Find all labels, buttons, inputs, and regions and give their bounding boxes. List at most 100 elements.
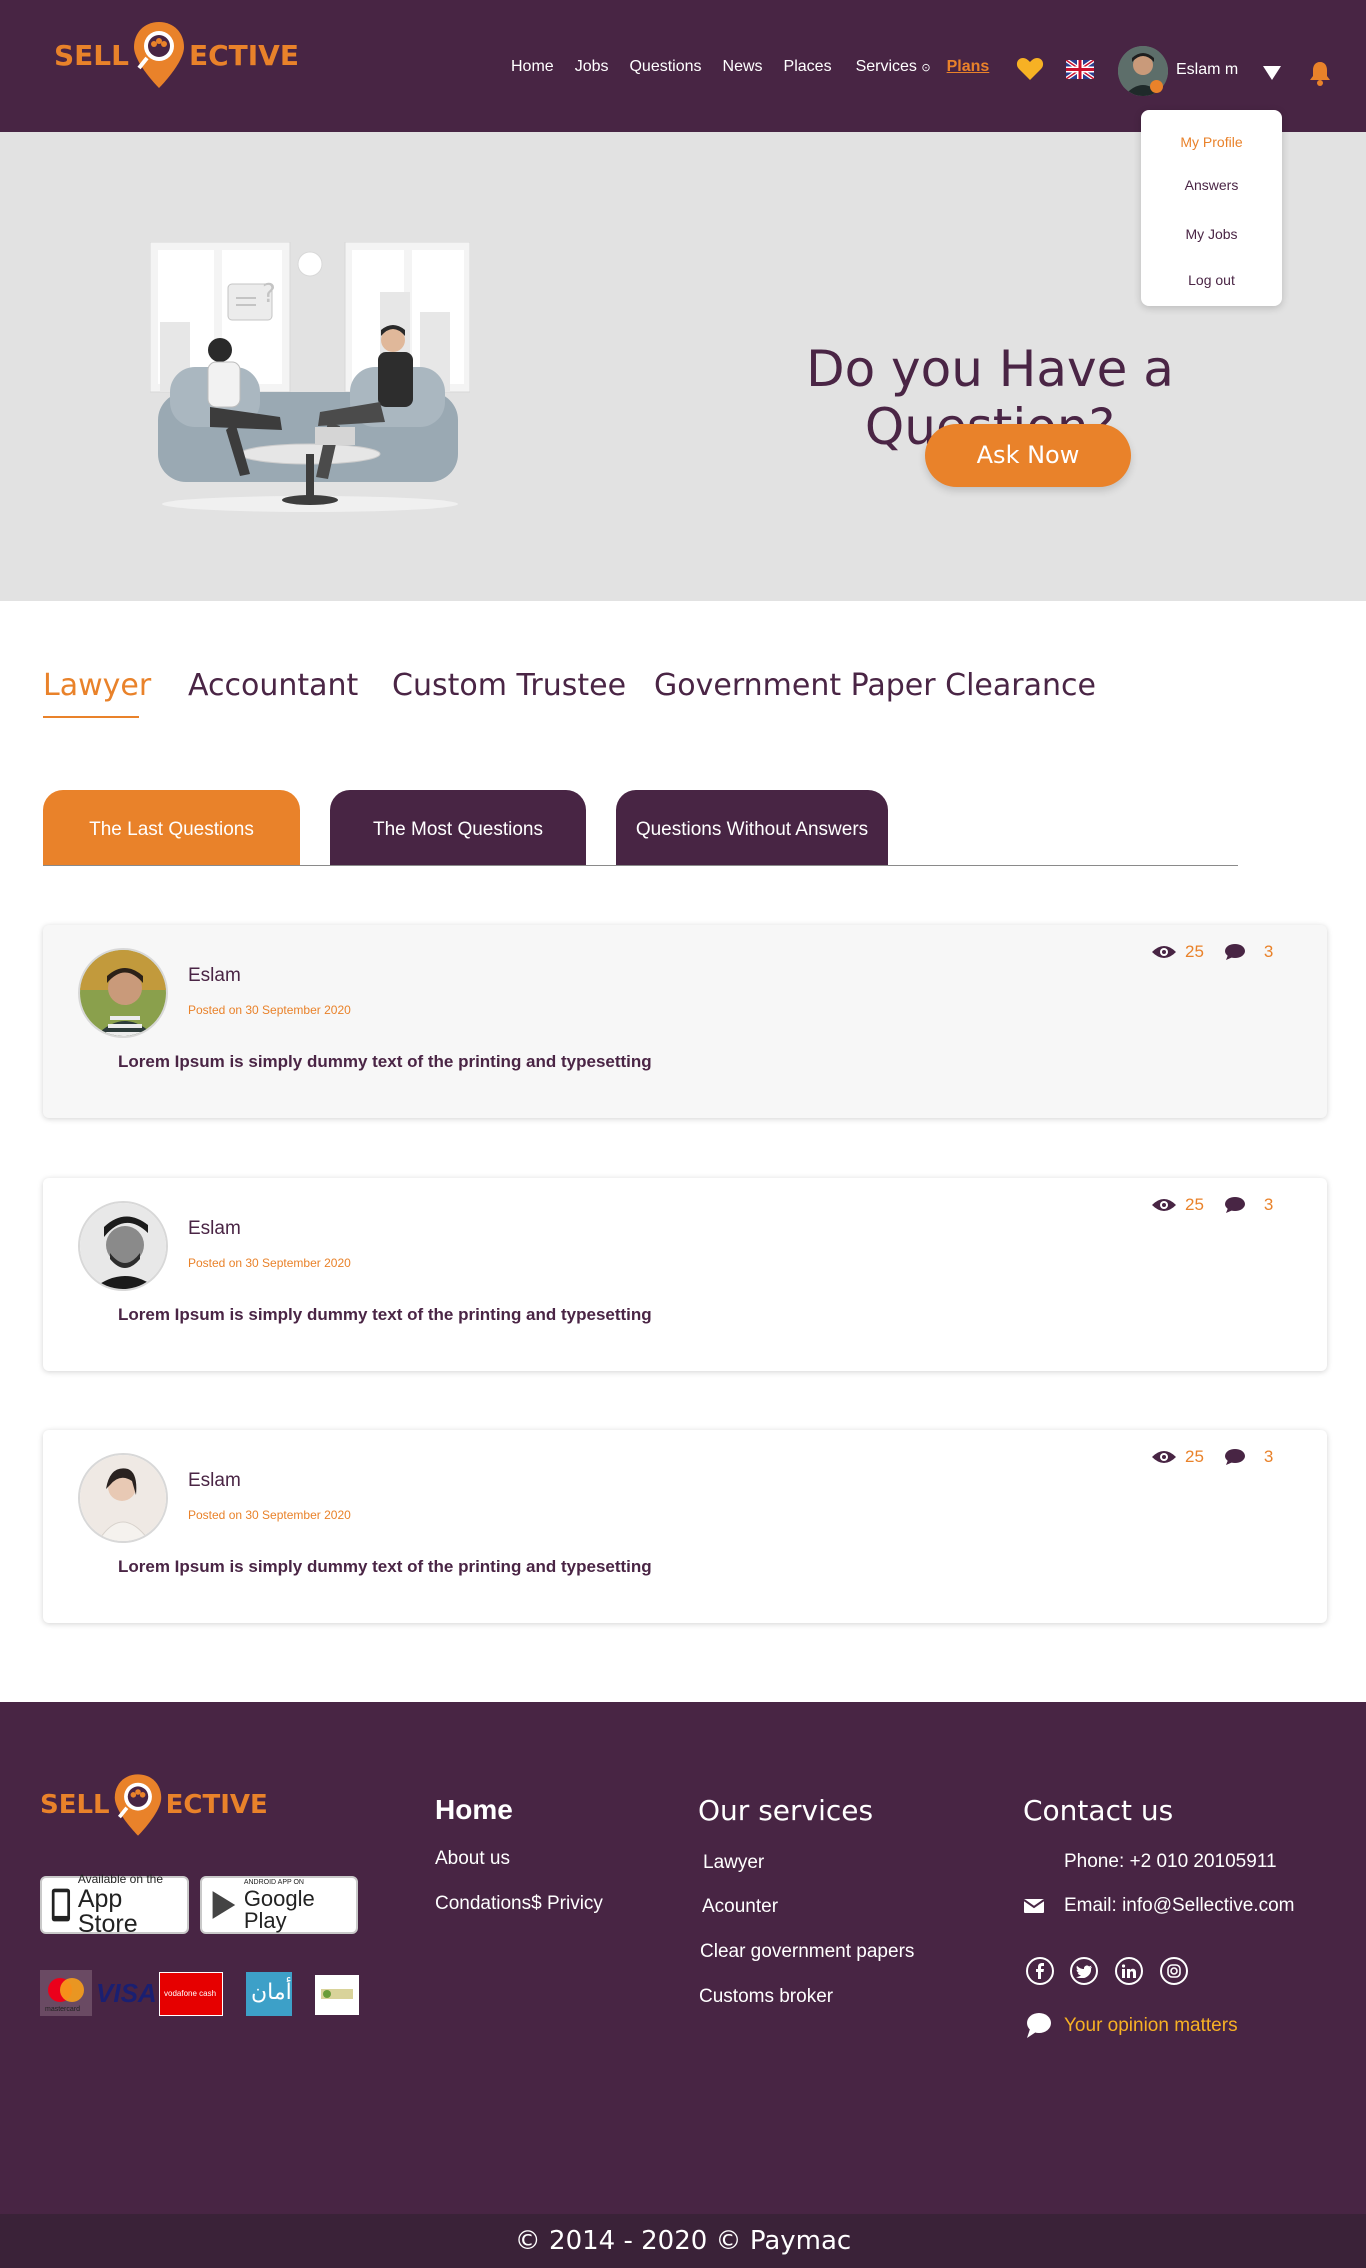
instagram-icon[interactable] [1160,1957,1188,1985]
question-date: Posted on 30 September 2020 [188,1256,351,1270]
views-eye-icon [1152,1199,1176,1211]
comments-count: 3 [1263,942,1274,961]
footer-conditions-privacy[interactable]: Condations$ Privicy [435,1893,603,1915]
nav-places[interactable]: Places [784,58,832,76]
footer-services-heading: Our services [698,1794,874,1827]
linkedin-icon[interactable] [1115,1957,1143,1985]
question-text[interactable]: Lorem Ipsum is simply dummy text of the … [118,1557,652,1577]
footer-logo-text-right: ECTIVE [165,1790,268,1820]
copyright-bar: © 2014 - 2020 © Paymac [0,2214,1366,2268]
question-text[interactable]: Lorem Ipsum is simply dummy text of the … [118,1305,652,1325]
user-dropdown-menu: My Profile Answers My Jobs Log out [1141,110,1282,306]
views-count: 25 [1185,1195,1204,1214]
google-play-small-label: ANDROID APP ON [243,1878,304,1886]
services-caret-icon: ⊙ [921,62,931,74]
question-stats: 25 3 [1151,1195,1273,1215]
footer-about-us[interactable]: About us [435,1848,510,1870]
google-play-icon [212,1891,236,1919]
dropdown-log-out[interactable]: Log out [1141,272,1282,288]
phone-icon [51,1888,71,1922]
svg-text:?: ? [262,279,276,309]
notification-bell-icon[interactable] [1309,60,1331,86]
comments-count: 3 [1263,1447,1274,1466]
google-play-button[interactable]: ANDROID APP ON Google Play [200,1876,358,1934]
footer-service-lawyer[interactable]: Lawyer [703,1852,764,1874]
question-card[interactable]: Eslam Posted on 30 September 2020 Lorem … [43,1178,1327,1371]
dropdown-my-jobs[interactable]: My Jobs [1141,226,1282,242]
app-store-small-label: Available on the [77,1872,164,1886]
question-author-name[interactable]: Eslam [188,1470,241,1492]
question-stats: 25 3 [1151,1447,1273,1467]
footer-contact-heading: Contact us [1023,1794,1174,1827]
views-count: 25 [1185,1447,1204,1466]
comments-bubble-icon [1224,1197,1245,1213]
favorites-heart-icon[interactable] [1016,56,1044,82]
nav-home[interactable]: Home [511,58,554,76]
question-card[interactable]: Eslam Posted on 30 September 2020 Lorem … [43,1430,1327,1623]
nav-services-label: Services [855,58,917,75]
category-tab-lawyer[interactable]: Lawyer [43,668,151,703]
nav-plans[interactable]: Plans [947,58,990,76]
opinion-link[interactable]: Your opinion matters [1064,2015,1238,2037]
views-count: 25 [1185,942,1204,961]
footer-logo-pin-icon [114,1774,161,1836]
question-stats: 25 3 [1151,942,1273,962]
footer-service-customs-broker[interactable]: Customs broker [699,1986,833,2008]
facebook-icon[interactable] [1026,1957,1054,1985]
user-menu-caret-icon[interactable] [1263,66,1281,80]
mastercard-label: mastercard [45,2006,81,2013]
subtab-last-questions[interactable]: The Last Questions [43,790,300,866]
nav-news[interactable]: News [723,58,763,76]
app-store-button[interactable]: Available on the App Store [40,1872,189,1938]
footer-home-heading[interactable]: Home [435,1794,513,1826]
opinion-chat-icon[interactable] [1024,2011,1052,2039]
google-play-label: Google Play [243,1885,315,1933]
footer-service-acounter[interactable]: Acounter [702,1896,778,1918]
question-card[interactable]: Eslam Posted on 30 September 2020 Lorem … [43,925,1327,1118]
site-logo[interactable]: SELL ECTIVE [54,20,299,90]
question-author-name[interactable]: Eslam [188,965,241,987]
views-eye-icon [1152,946,1176,958]
logo-text-left: SELL [54,38,129,72]
app-store-label: App Store [77,1885,138,1938]
footer-email[interactable]: Email: info@Sellective.com [1064,1895,1294,1917]
category-tab-custom-trustee[interactable]: Custom Trustee [392,668,626,703]
views-eye-icon [1152,1451,1176,1463]
question-date: Posted on 30 September 2020 [188,1003,351,1017]
user-name[interactable]: Eslam m [1176,61,1238,79]
dropdown-my-profile[interactable]: My Profile [1141,134,1282,150]
nav-jobs[interactable]: Jobs [575,58,609,76]
question-author-name[interactable]: Eslam [188,1218,241,1240]
site-footer: SELL ECTIVE Available on the App Store A… [0,1702,1366,2214]
category-tab-accountant[interactable]: Accountant [188,668,358,703]
mastercard-logo: mastercard [40,1970,92,2016]
subtab-most-questions[interactable]: The Most Questions [330,790,586,866]
partner-logo [315,1975,359,2015]
active-category-underline [43,716,139,718]
nav-questions[interactable]: Questions [629,58,701,76]
nav-services[interactable]: Services ⊙ [856,58,931,76]
comments-bubble-icon [1224,1449,1245,1465]
question-author-avatar[interactable] [78,1201,168,1291]
comments-count: 3 [1263,1195,1274,1214]
aman-logo: أمان [246,1972,292,2016]
footer-logo[interactable]: SELL ECTIVE [40,1772,268,1838]
hero-illustration: ? [150,242,470,512]
subtabs-divider [43,865,1238,866]
dropdown-answers[interactable]: Answers [1141,177,1282,193]
ask-now-button[interactable]: Ask Now [925,424,1131,487]
subtab-without-answers[interactable]: Questions Without Answers [616,790,888,866]
online-status-dot [1150,80,1163,93]
main-nav: Home Jobs Questions News Places Services… [511,58,1010,76]
question-author-avatar[interactable] [78,1453,168,1543]
uk-flag-icon[interactable] [1066,60,1094,79]
footer-phone[interactable]: Phone: +2 010 20105911 [1064,1851,1277,1873]
vodafone-cash-logo: vodafone cash [159,1972,223,2016]
mail-icon [1024,1899,1044,1913]
question-author-avatar[interactable] [78,948,168,1038]
question-date: Posted on 30 September 2020 [188,1508,351,1522]
question-text[interactable]: Lorem Ipsum is simply dummy text of the … [118,1052,652,1072]
twitter-icon[interactable] [1070,1957,1098,1985]
footer-service-clear-papers[interactable]: Clear government papers [700,1941,914,1963]
category-tab-government-paper-clearance[interactable]: Government Paper Clearance [654,668,1096,703]
